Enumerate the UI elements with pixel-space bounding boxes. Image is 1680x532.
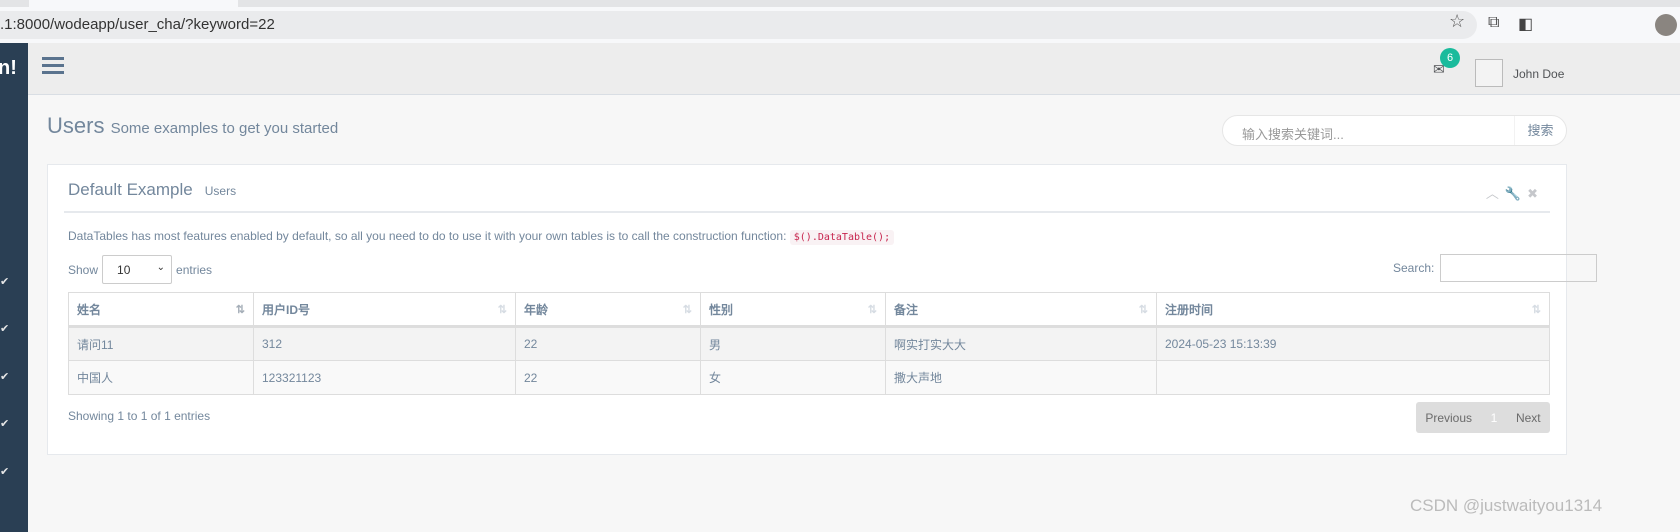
panel-tools: ︿🔧✖: [1486, 183, 1544, 202]
top-nav: ✉ 6 John Doe: [28, 43, 1680, 95]
column-label: 注册时间: [1165, 302, 1214, 317]
description-text: DataTables has most features enabled by …: [68, 229, 787, 243]
column-label: 用户ID号: [262, 302, 311, 317]
previous-button[interactable]: Previous: [1425, 411, 1472, 425]
column-label: 性别: [709, 302, 734, 317]
next-button[interactable]: Next: [1516, 411, 1541, 425]
panel-description: DataTables has most features enabled by …: [68, 229, 895, 245]
divider: [64, 211, 1550, 213]
page-1-button[interactable]: 1: [1491, 411, 1498, 425]
browser-toolbar: .1:8000/wodeapp/user_cha/?keyword=22 ☆ ⧉…: [0, 7, 1680, 43]
search-input[interactable]: 输入搜索关键词...: [1242, 124, 1344, 143]
check-icon[interactable]: ✔: [0, 370, 9, 383]
cell-name: 中国人: [68, 360, 254, 395]
cell-user-id: 312: [253, 326, 516, 361]
check-icon[interactable]: ✔: [0, 417, 9, 430]
sidebar: n! ✔ ✔ ✔ ✔ ✔: [0, 43, 28, 532]
panel-title: Default Example Users: [68, 180, 236, 200]
sort-icon: ⇅: [1531, 304, 1541, 316]
column-label: 年龄: [524, 302, 549, 317]
table-header-row: 姓名 ⇅ 用户ID号 ⇅ 年龄 ⇅ 性别 ⇅ 备注 ⇅ 注册时间 ⇅: [68, 292, 1550, 328]
cell-registered: [1156, 360, 1550, 395]
column-header[interactable]: 性别 ⇅: [700, 292, 886, 328]
cell-name: 请问11: [68, 326, 254, 361]
table-row: 请问11 312 22 男 啊实打实大大 2024-05-23 15:13:39: [68, 326, 1550, 361]
code-snippet: $().DataTable();: [789, 230, 895, 245]
show-label: Show: [68, 262, 99, 277]
search-label: Search:: [1393, 261, 1435, 275]
page-title-text: Users: [47, 113, 105, 138]
sort-icon: ⇅: [497, 304, 507, 316]
cell-user-id: 123321123: [253, 360, 516, 395]
user-avatar[interactable]: [1475, 59, 1503, 87]
cell-registered: 2024-05-23 15:13:39: [1156, 326, 1550, 361]
length-control: Show 10 ⌄ entries: [68, 255, 212, 284]
side-panel-icon[interactable]: ◧: [1518, 14, 1533, 34]
brand-logo[interactable]: n!: [0, 57, 17, 80]
chevron-down-icon: ⌄: [156, 262, 166, 273]
collapse-chevron-icon[interactable]: ︿: [1486, 186, 1505, 201]
table-row: 中国人 123321123 22 女 撒大声地: [68, 360, 1550, 395]
mail-count-badge: 6: [1440, 48, 1460, 68]
tab-strip: [0, 0, 1680, 7]
page-subtitle: Some examples to get you started: [110, 120, 339, 137]
panel-title-text: Default Example: [68, 180, 193, 199]
cell-gender: 女: [700, 360, 886, 395]
search-button[interactable]: 搜索: [1514, 116, 1566, 145]
menu-toggle-icon[interactable]: [42, 57, 64, 75]
profile-avatar[interactable]: [1655, 14, 1677, 36]
column-header[interactable]: 备注 ⇅: [885, 292, 1157, 328]
panel-subtitle: Users: [204, 184, 237, 198]
panel: Default Example Users ︿🔧✖ DataTables has …: [47, 164, 1598, 455]
column-header[interactable]: 姓名 ⇅: [68, 292, 254, 328]
column-header[interactable]: 年龄 ⇅: [515, 292, 701, 328]
sort-icon: ⇅: [1138, 304, 1148, 316]
browser-tab[interactable]: [29, 0, 238, 7]
cell-age: 22: [515, 360, 701, 395]
page-length-value: 10: [117, 263, 131, 277]
column-header[interactable]: 用户ID号 ⇅: [253, 292, 516, 328]
table-search: Search:: [1393, 254, 1598, 282]
table-info: Showing 1 to 1 of 1 entries: [68, 409, 211, 423]
cell-age: 22: [515, 326, 701, 361]
cell-note: 撒大声地: [885, 360, 1157, 395]
cell-note: 啊实打实大大: [885, 326, 1157, 361]
check-icon[interactable]: ✔: [0, 322, 9, 335]
extensions-icon[interactable]: ⧉: [1488, 14, 1499, 32]
table-search-input[interactable]: [1440, 254, 1598, 282]
column-header[interactable]: 注册时间 ⇅: [1156, 292, 1550, 328]
address-bar[interactable]: .1:8000/wodeapp/user_cha/?keyword=22: [0, 11, 1477, 39]
wrench-icon[interactable]: 🔧: [1505, 186, 1527, 201]
sort-icon: ⇅: [867, 304, 877, 316]
column-label: 备注: [894, 302, 919, 317]
check-icon[interactable]: ✔: [0, 465, 9, 478]
sort-icon: ⇅: [682, 304, 692, 316]
watermark: CSDN @justwaityou1314: [1410, 496, 1603, 515]
check-icon[interactable]: ✔: [0, 275, 9, 288]
cell-gender: 男: [700, 326, 886, 361]
close-icon[interactable]: ✖: [1527, 186, 1544, 201]
user-name[interactable]: John Doe: [1513, 67, 1564, 81]
sort-asc-icon: ⇅: [235, 304, 245, 316]
entries-label: entries: [176, 262, 213, 277]
pagination: Previous 1 Next: [1416, 402, 1550, 433]
global-search: 输入搜索关键词... 搜索: [1222, 115, 1567, 146]
page-length-select[interactable]: 10 ⌄: [102, 255, 173, 284]
page-title: Users Some examples to get you started: [47, 113, 338, 139]
column-label: 姓名: [77, 302, 102, 317]
bookmark-star-icon[interactable]: ☆: [1449, 11, 1465, 32]
users-table: 姓名 ⇅ 用户ID号 ⇅ 年龄 ⇅ 性别 ⇅ 备注 ⇅ 注册时间 ⇅ 请问11 312 22…: [68, 292, 1550, 395]
